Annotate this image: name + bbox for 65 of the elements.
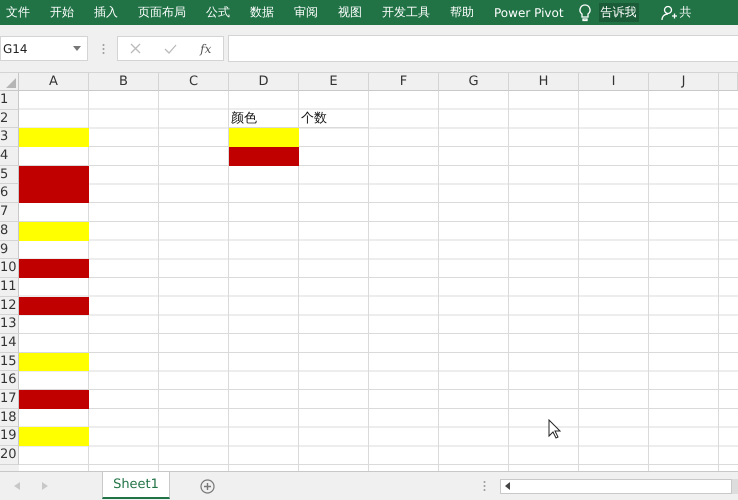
caret-icon — [73, 46, 81, 51]
ribbon-tab[interactable]: 审阅 — [285, 4, 329, 21]
mouse-pointer-icon — [548, 419, 562, 439]
lightbulb-icon — [578, 4, 591, 22]
tell-me-search[interactable]: 告诉我 — [598, 3, 639, 22]
formula-input[interactable] — [228, 35, 738, 62]
name-box[interactable]: G14 — [0, 36, 88, 61]
add-sheet-icon[interactable] — [200, 478, 215, 494]
row-header[interactable]: 16 — [0, 371, 19, 390]
column-header[interactable]: E — [299, 73, 369, 91]
row-header[interactable]: 14 — [0, 334, 19, 353]
grip-icon — [102, 42, 105, 54]
next-sheet-icon[interactable] — [42, 482, 48, 490]
row-header[interactable]: 9 — [0, 240, 19, 260]
column-header[interactable]: D — [229, 73, 299, 91]
row-header[interactable]: 1 — [0, 91, 19, 110]
triangle-icon — [6, 78, 16, 88]
ribbon-tab[interactable]: 文件 — [0, 4, 41, 21]
column-header[interactable]: B — [89, 73, 159, 91]
row-header[interactable]: 6 — [0, 184, 19, 204]
grip-icon — [483, 480, 486, 492]
row-header[interactable]: 13 — [0, 315, 19, 334]
column-header[interactable]: A — [19, 73, 89, 91]
ribbon-tab[interactable]: 插入 — [85, 4, 129, 21]
row-header[interactable]: 8 — [0, 222, 19, 240]
row-header[interactable]: 5 — [0, 166, 19, 184]
share-person-icon — [660, 4, 677, 20]
row-header[interactable]: 10 — [0, 259, 19, 278]
row-header[interactable]: 15 — [0, 352, 19, 372]
ribbon-tab[interactable]: 开始 — [41, 4, 85, 21]
row-header[interactable]: 4 — [0, 147, 19, 166]
row-header[interactable]: 17 — [0, 390, 19, 409]
row-header[interactable]: 20 — [0, 446, 19, 465]
checkmark-icon[interactable] — [164, 44, 177, 54]
row-header[interactable]: 3 — [0, 128, 19, 148]
table-cell: 个数 — [299, 110, 369, 128]
column-header[interactable]: J — [649, 73, 719, 91]
horizontal-scrollbar[interactable] — [500, 478, 732, 494]
column-header[interactable]: F — [369, 73, 439, 91]
column-header[interactable]: H — [509, 73, 579, 91]
ribbon-tab[interactable]: 帮助 — [441, 4, 485, 21]
ribbon-tab[interactable]: 页面布局 — [129, 4, 197, 21]
ribbon-tab[interactable]: 视图 — [329, 4, 373, 21]
column-header[interactable]: C — [159, 73, 229, 91]
row-header[interactable]: 7 — [0, 203, 19, 222]
ribbon-tab[interactable]: 开发工具 — [373, 4, 441, 21]
row-header[interactable]: 18 — [0, 408, 19, 428]
select-all-button[interactable] — [0, 73, 19, 91]
column-header[interactable]: G — [439, 73, 509, 91]
column-header[interactable] — [719, 73, 738, 91]
column-header[interactable]: I — [579, 73, 649, 91]
row-header[interactable]: 11 — [0, 278, 19, 297]
scroll-left-icon[interactable] — [505, 482, 510, 490]
ribbon-tab[interactable]: 公式 — [197, 4, 241, 21]
row-header[interactable]: 12 — [0, 296, 19, 316]
row-header[interactable]: 2 — [0, 110, 19, 128]
row-header[interactable]: 19 — [0, 427, 19, 446]
scrollbar-track — [732, 478, 738, 494]
cancel-icon[interactable] — [130, 43, 141, 54]
share-button[interactable]: 共 — [680, 4, 692, 21]
ribbon-tab[interactable]: Power Pivot — [485, 6, 575, 20]
ribbon-tab[interactable]: 数据 — [241, 4, 285, 21]
sheet-tab[interactable]: Sheet1 — [102, 472, 170, 499]
insert-function-button[interactable]: fx — [200, 42, 212, 56]
previous-sheet-icon[interactable] — [14, 482, 20, 490]
